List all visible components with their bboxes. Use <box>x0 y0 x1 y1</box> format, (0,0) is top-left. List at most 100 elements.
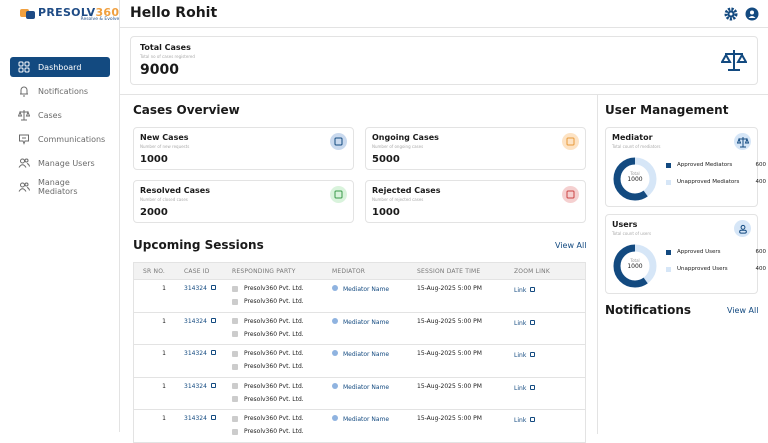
total-cases-subtitle: Total no of cases registered <box>140 54 195 59</box>
cases-overview-title: Cases Overview <box>133 103 240 117</box>
mediator-name-link[interactable]: Mediator Name <box>343 384 389 391</box>
divider <box>120 94 768 95</box>
responding-party: Presolv360 Pvt. Ltd. <box>244 363 304 370</box>
legend-label: Approved Users <box>677 249 721 255</box>
mediator-avatar-icon <box>332 415 338 421</box>
external-link-icon[interactable] <box>210 350 216 355</box>
ongoing-cases-card[interactable]: Ongoing Cases Number of ongoing cases 50… <box>365 127 586 170</box>
session-datetime: 15-Aug-2025 5:00 PM <box>417 350 482 357</box>
mediator-avatar-icon <box>332 350 338 356</box>
session-datetime: 15-Aug-2025 5:00 PM <box>417 285 482 292</box>
users-icon <box>18 181 30 193</box>
table-header: SR NO. CASE ID RESPONDING PARTY MEDIATOR… <box>134 263 585 279</box>
sr-no: 1 <box>162 350 166 357</box>
responding-party: Presolv360 Pvt. Ltd. <box>244 395 304 403</box>
table-row: 1 314324 Presolv360 Pvt. Ltd. Presolv360 … <box>134 409 585 442</box>
external-link-icon[interactable] <box>210 415 216 420</box>
card-subtitle: Number of ongoing cases <box>372 144 424 149</box>
sidebar-item-manage-users[interactable]: Manage Users <box>10 153 110 173</box>
sidebar-item-label: Dashboard <box>38 62 82 72</box>
session-datetime: 15-Aug-2025 5:00 PM <box>417 317 482 325</box>
legend-item: Approved Users 600 <box>666 249 766 255</box>
card-title: Rejected Cases <box>372 186 441 195</box>
sidebar-item-dashboard[interactable]: Dashboard <box>10 57 110 77</box>
account-icon[interactable] <box>745 7 759 21</box>
card-subtitle: Total count of users <box>612 231 652 236</box>
case-id-link[interactable]: 314324 <box>184 383 207 390</box>
resolved-cases-card[interactable]: Resolved Cases Number of closed cases 20… <box>133 180 354 223</box>
greeting: Hello Rohit <box>130 5 218 21</box>
legend-value: 400 <box>755 179 767 185</box>
mediator-card: Mediator Total count of mediators Total 1… <box>605 127 766 207</box>
external-link-icon[interactable] <box>210 285 216 290</box>
legend-swatch <box>666 162 671 168</box>
logo: PRESOLV360 Resolve & Evolve <box>20 6 119 22</box>
mediator-name-link[interactable]: Mediator Name <box>343 416 389 423</box>
zoom-link[interactable]: Link <box>514 287 526 294</box>
donut-chart: Total 1000 <box>612 156 658 202</box>
external-link-icon[interactable] <box>530 352 536 357</box>
sidebar-item-label: Manage Users <box>38 158 95 168</box>
sidebar-item-communications[interactable]: Communications <box>10 129 110 149</box>
calendar-clock-icon <box>562 133 579 150</box>
table-row: 1 314324 Presolv360 Pvt. Ltd. Presolv360 … <box>134 376 585 410</box>
building-icon <box>232 298 238 305</box>
responding-party: Presolv360 Pvt. Ltd. <box>244 330 304 338</box>
thumbs-up-icon <box>330 186 347 203</box>
external-link-icon[interactable] <box>530 384 536 390</box>
sidebar-item-cases[interactable]: Cases <box>10 105 110 125</box>
legend-label: Unapproved Users <box>677 266 728 272</box>
zoom-link[interactable]: Link <box>514 352 526 359</box>
sessions-table: SR NO. CASE ID RESPONDING PARTY MEDIATOR… <box>133 262 586 443</box>
notifications-view-all-link[interactable]: View All <box>727 306 758 315</box>
sidebar-item-notifications[interactable]: Notifications <box>10 81 110 101</box>
rejected-cases-card[interactable]: Rejected Cases Number of rejected cases … <box>365 180 586 223</box>
external-link-icon[interactable] <box>210 382 216 388</box>
case-id-link[interactable]: 314324 <box>184 350 207 357</box>
legend-value: 600 <box>755 249 767 255</box>
sr-no: 1 <box>162 415 166 422</box>
col-mediator: MEDIATOR <box>332 267 366 275</box>
external-link-icon[interactable] <box>210 317 216 323</box>
sidebar: PRESOLV360 Resolve & Evolve Dashboard Not… <box>0 0 120 432</box>
card-title: Users <box>612 220 638 229</box>
zoom-link[interactable]: Link <box>514 320 526 327</box>
card-value: 1000 <box>140 154 168 165</box>
card-subtitle: Total count of mediators <box>612 144 661 149</box>
building-icon <box>232 383 238 389</box>
legend-value: 600 <box>755 162 767 168</box>
case-id-link[interactable]: 314324 <box>184 318 207 325</box>
table-row: 1 314324 Presolv360 Pvt. Ltd. Presolv360 … <box>134 311 585 345</box>
building-icon <box>232 331 238 337</box>
col-case-id: CASE ID <box>184 267 210 275</box>
col-date: SESSION DATE TIME <box>417 267 481 275</box>
case-id-link[interactable]: 314324 <box>184 415 207 422</box>
building-icon <box>232 285 238 292</box>
card-value: 1000 <box>372 207 400 218</box>
external-link-icon[interactable] <box>530 319 536 325</box>
gear-icon[interactable] <box>724 7 738 21</box>
external-link-icon[interactable] <box>530 287 536 292</box>
case-id-link[interactable]: 314324 <box>184 285 207 292</box>
notifications-title: Notifications <box>605 303 692 317</box>
total-cases-value: 9000 <box>140 62 179 78</box>
new-cases-card[interactable]: New Cases Number of new requests 1000 <box>133 127 354 170</box>
sidebar-item-manage-mediators[interactable]: Manage Mediators <box>10 177 110 197</box>
zoom-link[interactable]: Link <box>514 417 526 424</box>
table-row: 1 314324 Presolv360 Pvt. Ltd. Presolv360 … <box>134 344 585 377</box>
sr-no: 1 <box>162 382 166 390</box>
card-title: Resolved Cases <box>140 186 210 195</box>
mediator-name-link[interactable]: Mediator Name <box>343 351 389 358</box>
mediator-name-link[interactable]: Mediator Name <box>343 319 389 326</box>
mediator-name-link[interactable]: Mediator Name <box>343 286 389 293</box>
sidebar-item-label: Cases <box>38 110 62 120</box>
card-title: Mediator <box>612 133 653 142</box>
external-link-icon[interactable] <box>530 417 536 422</box>
responding-party: Presolv360 Pvt. Ltd. <box>244 285 304 292</box>
zoom-link[interactable]: Link <box>514 385 526 392</box>
mediator-avatar-icon <box>332 285 338 291</box>
responding-party: Presolv360 Pvt. Ltd. <box>244 415 304 422</box>
bell-icon <box>18 85 30 97</box>
sessions-view-all-link[interactable]: View All <box>555 241 586 250</box>
legend-label: Approved Mediators <box>677 162 733 168</box>
